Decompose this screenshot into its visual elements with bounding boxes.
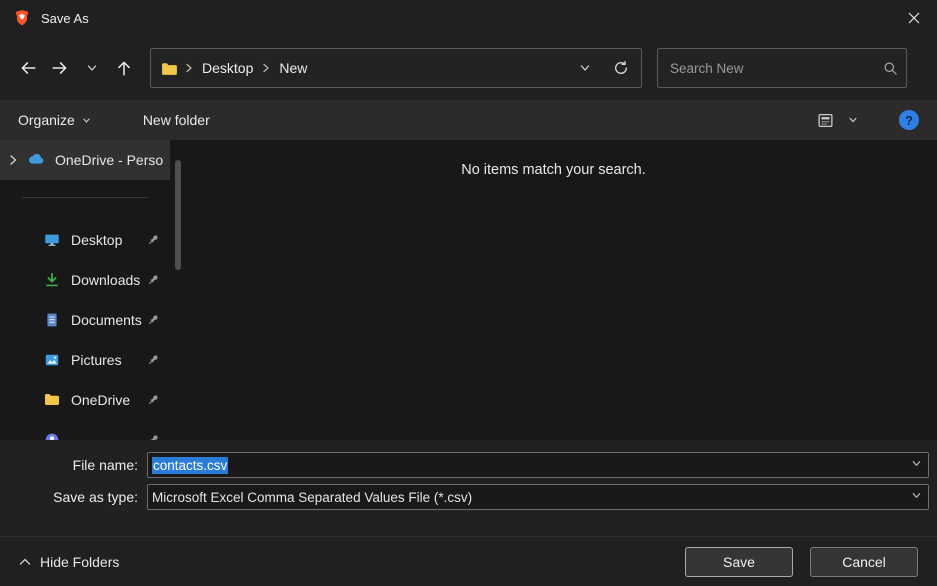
forward-button[interactable] <box>44 52 76 84</box>
save-as-type-select[interactable]: Microsoft Excel Comma Separated Values F… <box>147 484 929 510</box>
pin-icon <box>146 353 170 367</box>
file-name-input[interactable]: contacts.csv <box>147 452 929 478</box>
sidebar-item-partial[interactable] <box>0 420 170 440</box>
breadcrumb-item-new[interactable]: New <box>277 58 309 78</box>
save-button-label: Save <box>723 554 755 570</box>
chevron-down-icon <box>86 62 98 74</box>
help-button[interactable]: ? <box>899 110 919 130</box>
sidebar-item-desktop[interactable]: Desktop <box>0 220 170 260</box>
file-name-row: File name: contacts.csv <box>0 452 929 478</box>
content-area: OneDrive - Perso Desktop <box>0 140 937 440</box>
breadcrumb-item-desktop[interactable]: Desktop <box>200 58 255 78</box>
file-fields-panel: File name: contacts.csv Save as type: Mi… <box>0 440 937 536</box>
forward-arrow-icon <box>51 59 69 77</box>
address-bar[interactable]: Desktop New <box>150 48 642 88</box>
save-as-type-row: Save as type: Microsoft Excel Comma Sepa… <box>0 484 929 510</box>
dialog-footer: Hide Folders Save Cancel <box>0 536 937 586</box>
save-button[interactable]: Save <box>685 547 793 577</box>
toolbar-right-group: ? <box>811 106 919 134</box>
organize-button[interactable]: Organize <box>18 112 91 128</box>
search-box <box>657 48 907 88</box>
cancel-button-label: Cancel <box>842 554 886 570</box>
organize-label: Organize <box>18 112 75 128</box>
sidebar-item-label: Downloads <box>71 272 140 288</box>
sidebar-item-onedrive-folder[interactable]: OneDrive <box>0 380 170 420</box>
pin-icon <box>146 433 170 440</box>
pin-icon <box>146 273 170 287</box>
hide-folders-button[interactable]: Hide Folders <box>19 554 119 570</box>
chevron-down-icon <box>579 62 591 74</box>
onedrive-cloud-icon <box>28 152 44 168</box>
sidebar-item-label: OneDrive - Perso <box>55 152 163 168</box>
view-options-dropdown[interactable] <box>839 106 867 134</box>
new-folder-label: New folder <box>143 112 210 128</box>
recent-locations-button[interactable] <box>76 52 108 84</box>
sidebar-item-onedrive-personal[interactable]: OneDrive - Perso <box>0 140 170 180</box>
user-icon <box>44 432 60 440</box>
save-as-type-label: Save as type: <box>0 489 147 505</box>
window-title: Save As <box>41 11 89 26</box>
pin-icon <box>146 393 170 407</box>
sidebar-scrollbar[interactable] <box>175 160 181 270</box>
navigation-bar: Desktop New <box>0 36 937 100</box>
command-toolbar: Organize New folder <box>0 100 937 140</box>
save-as-type-value: Microsoft Excel Comma Separated Values F… <box>152 490 472 505</box>
change-view-button[interactable] <box>811 106 839 134</box>
sidebar-item-downloads[interactable]: Downloads <box>0 260 170 300</box>
pictures-icon <box>44 352 60 368</box>
sidebar-item-pictures[interactable]: Pictures <box>0 340 170 380</box>
sidebar-item-label: Documents <box>71 312 142 328</box>
folder-icon <box>44 392 60 408</box>
address-dropdown-button[interactable] <box>567 50 603 86</box>
sidebar-item-label: OneDrive <box>71 392 130 408</box>
question-mark-icon: ? <box>905 113 913 128</box>
chevron-down-icon <box>848 115 858 125</box>
chevron-up-icon <box>19 557 31 566</box>
close-button[interactable] <box>891 0 937 36</box>
sidebar-item-label: Desktop <box>71 232 122 248</box>
sidebar-item-documents[interactable]: Documents <box>0 300 170 340</box>
back-arrow-icon <box>19 59 37 77</box>
cancel-button[interactable]: Cancel <box>810 547 918 577</box>
titlebar: Save As <box>0 0 937 36</box>
view-icon <box>817 112 834 129</box>
breadcrumb-separator-icon <box>178 63 200 73</box>
sidebar-item-label: Pictures <box>71 352 122 368</box>
chevron-down-icon[interactable] <box>911 458 922 469</box>
pin-icon <box>146 233 170 247</box>
documents-icon <box>44 312 60 328</box>
empty-state-message: No items match your search. <box>461 162 646 178</box>
new-folder-button[interactable]: New folder <box>143 112 210 128</box>
pin-icon <box>146 313 170 327</box>
chevron-right-icon <box>8 152 28 168</box>
navigation-pane: OneDrive - Perso Desktop <box>0 140 170 440</box>
folder-icon <box>161 61 178 76</box>
search-icon <box>883 61 898 76</box>
refresh-icon <box>613 60 629 76</box>
downloads-icon <box>44 272 60 288</box>
up-button[interactable] <box>108 52 140 84</box>
desktop-icon <box>44 232 60 248</box>
back-button[interactable] <box>12 52 44 84</box>
search-input[interactable] <box>668 60 883 77</box>
brave-icon <box>13 9 31 27</box>
file-list-area: No items match your search. <box>170 140 937 440</box>
close-icon <box>908 12 920 24</box>
file-name-value: contacts.csv <box>152 457 228 474</box>
hide-folders-label: Hide Folders <box>40 554 119 570</box>
file-name-label: File name: <box>0 457 147 473</box>
sidebar-divider <box>22 197 148 198</box>
chevron-down-icon <box>82 116 91 125</box>
refresh-button[interactable] <box>603 50 639 86</box>
save-as-dialog: Save As <box>0 0 937 586</box>
chevron-down-icon[interactable] <box>911 490 922 501</box>
breadcrumb-separator-icon <box>255 63 277 73</box>
up-arrow-icon <box>115 59 133 77</box>
